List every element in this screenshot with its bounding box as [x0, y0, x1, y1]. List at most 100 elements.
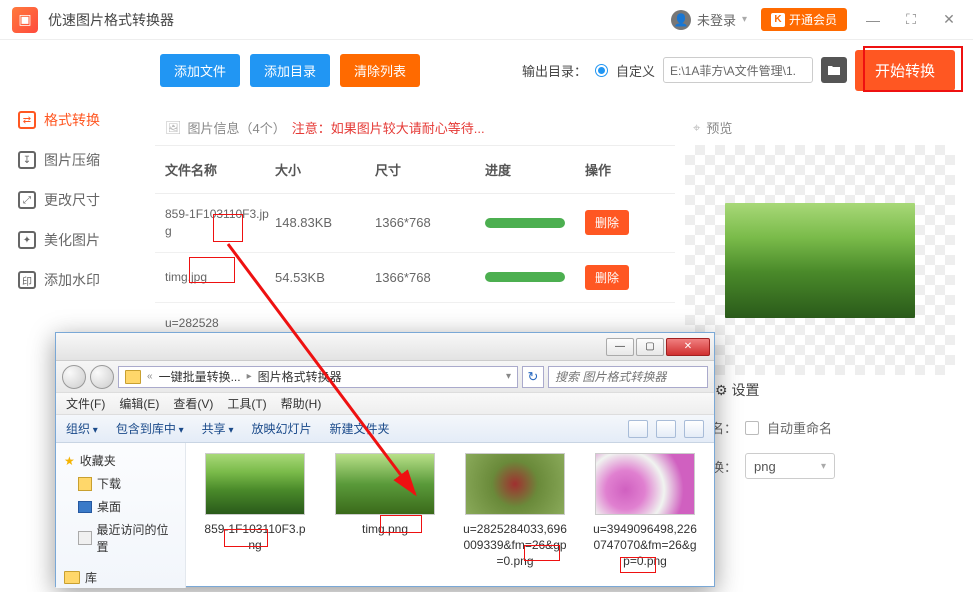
- avatar-icon: 👤: [671, 10, 691, 30]
- beautify-icon: ✦: [18, 231, 36, 249]
- user-login-area[interactable]: 👤 未登录 ▾: [671, 10, 747, 30]
- chevron-down-icon: ▾: [821, 461, 826, 472]
- preview-image: [725, 203, 915, 318]
- compress-icon: ↧: [18, 151, 36, 169]
- output-dir-label: 输出目录：: [522, 61, 587, 80]
- col-filename: 文件名称: [165, 160, 275, 179]
- preview-pane-button[interactable]: [656, 420, 676, 438]
- tree-desktop[interactable]: 桌面: [64, 495, 177, 518]
- output-path-input[interactable]: [663, 57, 813, 83]
- explorer-titlebar: — ▢ ✕: [56, 333, 714, 361]
- minimize-button[interactable]: —: [861, 8, 885, 32]
- tree-recent[interactable]: 最近访问的位置: [64, 518, 177, 558]
- add-file-button[interactable]: 添加文件: [160, 54, 240, 87]
- help-button[interactable]: [684, 420, 704, 438]
- download-icon: [78, 477, 92, 491]
- titlebar: ▣ 优速图片格式转换器 👤 未登录 ▾ K 开通会员 — ⛶ ✕: [0, 0, 973, 40]
- login-status: 未登录: [697, 10, 736, 29]
- preview-icon: ⌖: [693, 120, 700, 136]
- file-thumbnail: [205, 453, 305, 515]
- library-icon: [64, 571, 80, 584]
- tree-downloads[interactable]: 下载: [64, 472, 177, 495]
- explorer-file-list: 859-1F103110F3.png timg.png u=2825284033…: [186, 443, 714, 588]
- share-button[interactable]: 共享: [202, 420, 234, 437]
- explorer-tree: ★收藏夹 下载 桌面 最近访问的位置 库: [56, 443, 186, 588]
- file-thumbnail: [465, 453, 565, 515]
- sidebar-item-beautify[interactable]: ✦美化图片: [18, 220, 150, 260]
- highlight-marker: [863, 46, 963, 92]
- file-item[interactable]: u=2825284033,696009339&fm=26&gp=0.png: [460, 453, 570, 570]
- file-item[interactable]: u=3949096498,2260747070&fm=26&gp=0.png: [590, 453, 700, 570]
- custom-dir-label: 自定义: [616, 61, 655, 80]
- add-dir-button[interactable]: 添加目录: [250, 54, 330, 87]
- sidebar-item-resize[interactable]: ⤢更改尺寸: [18, 180, 150, 220]
- menu-edit[interactable]: 编辑(E): [119, 395, 159, 412]
- new-folder-button[interactable]: 新建文件夹: [330, 420, 390, 437]
- app-logo-icon: ▣: [12, 7, 38, 33]
- menu-help[interactable]: 帮助(H): [281, 395, 322, 412]
- sidebar-item-compress[interactable]: ↧图片压缩: [18, 140, 150, 180]
- preview-grid: [685, 145, 955, 375]
- explorer-close-button[interactable]: ✕: [666, 338, 710, 356]
- file-dim-cell: 1366*768: [375, 270, 485, 285]
- watermark-icon: 印: [18, 271, 36, 289]
- file-thumbnail: [335, 453, 435, 515]
- folder-icon: [125, 370, 141, 384]
- organize-button[interactable]: 组织: [66, 420, 98, 437]
- ext-marker: [380, 515, 422, 533]
- explorer-window: — ▢ ✕ « 一键批量转换... ▸ 图片格式转换器 ▾ ↻ 文件(F) 编辑…: [55, 332, 715, 587]
- menu-tool[interactable]: 工具(T): [227, 395, 266, 412]
- auto-rename-checkbox[interactable]: [745, 421, 759, 435]
- delete-button[interactable]: 删除: [585, 210, 629, 235]
- view-options-button[interactable]: [628, 420, 648, 438]
- nav-back-button[interactable]: [62, 365, 86, 389]
- delete-button[interactable]: 删除: [585, 265, 629, 290]
- file-list-panel: 🖼 图片信息（4个） 注意：如果图片较大请耐心等待... 文件名称 大小 尺寸 …: [155, 110, 675, 343]
- breadcrumb[interactable]: « 一键批量转换... ▸ 图片格式转换器 ▾: [118, 366, 518, 388]
- col-operation: 操作: [585, 160, 655, 179]
- ext-marker: [620, 557, 656, 573]
- menu-file[interactable]: 文件(F): [66, 395, 105, 412]
- recent-icon: [78, 531, 92, 545]
- ext-marker: [189, 257, 235, 283]
- explorer-minimize-button[interactable]: —: [606, 338, 634, 356]
- ext-marker: [213, 214, 243, 242]
- vip-icon: K: [771, 13, 785, 27]
- tree-library[interactable]: 库: [64, 566, 177, 588]
- explorer-search-input[interactable]: [548, 366, 708, 388]
- vip-button[interactable]: K 开通会员: [761, 8, 847, 31]
- sidebar-item-format[interactable]: ⇄格式转换: [18, 100, 150, 140]
- col-progress: 进度: [485, 160, 585, 179]
- ext-marker: [224, 529, 268, 547]
- progress-bar: [485, 218, 565, 228]
- file-item[interactable]: 859-1F103110F3.png: [200, 453, 310, 553]
- file-thumbnail: [595, 453, 695, 515]
- settings-panel: ⚙ 设置 件命名：自动重命名 式转换：png▾: [685, 370, 955, 487]
- file-item[interactable]: timg.png: [330, 453, 440, 537]
- file-name-cell: u=282528: [165, 315, 275, 332]
- menu-view[interactable]: 查看(V): [173, 395, 213, 412]
- sidebar: ⇄格式转换 ↧图片压缩 ⤢更改尺寸 ✦美化图片 印添加水印: [0, 100, 150, 300]
- col-size: 大小: [275, 160, 375, 179]
- tree-favorites[interactable]: ★收藏夹: [64, 449, 177, 472]
- app-title: 优速图片格式转换器: [48, 10, 174, 30]
- maximize-button[interactable]: ⛶: [899, 8, 923, 32]
- chevron-down-icon: ▾: [742, 14, 747, 25]
- nav-forward-button[interactable]: [90, 365, 114, 389]
- sidebar-item-watermark[interactable]: 印添加水印: [18, 260, 150, 300]
- slideshow-button[interactable]: 放映幻灯片: [251, 420, 311, 437]
- clear-list-button[interactable]: 清除列表: [340, 54, 420, 87]
- star-icon: ★: [64, 454, 75, 468]
- browse-folder-button[interactable]: [821, 57, 847, 83]
- custom-dir-radio[interactable]: [595, 64, 608, 77]
- include-button[interactable]: 包含到库中: [116, 420, 184, 437]
- explorer-toolbar: 组织 包含到库中 共享 放映幻灯片 新建文件夹: [56, 415, 714, 443]
- preview-panel: ⌖预览: [685, 110, 955, 375]
- refresh-button[interactable]: ↻: [522, 366, 544, 388]
- ext-marker: [524, 545, 560, 561]
- explorer-maximize-button[interactable]: ▢: [636, 338, 664, 356]
- format-select[interactable]: png▾: [745, 453, 835, 479]
- close-button[interactable]: ✕: [937, 8, 961, 32]
- toolbar: 添加文件 添加目录 清除列表 输出目录： 自定义 开始转换: [0, 40, 973, 100]
- info-bar: 🖼 图片信息（4个） 注意：如果图片较大请耐心等待...: [155, 110, 675, 146]
